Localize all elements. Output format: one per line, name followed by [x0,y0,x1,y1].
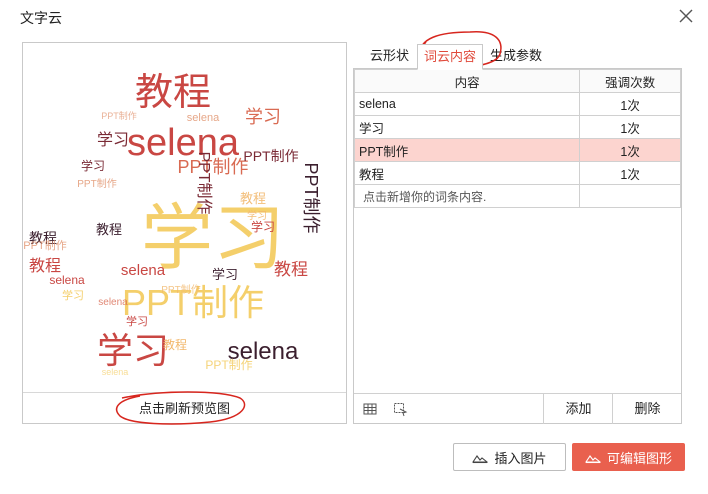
cloud-word: 教程 [274,260,308,279]
word-cell[interactable]: 学习 [353,115,581,139]
count-cell[interactable]: 1次 [579,138,681,162]
word-cell[interactable]: selena [353,92,581,116]
cloud-word: PPT制作 [177,157,248,177]
cloud-word: 教程 [240,191,266,206]
cloud-word: 教程 [135,72,211,114]
count-cell[interactable]: 1次 [579,161,681,185]
cloud-word: PPT制作 [205,358,252,372]
tab-cloud-content[interactable]: 词云内容 [417,44,484,70]
header-emphasis-count: 强调次数 [579,69,681,93]
tab-generation-params[interactable]: 生成参数 [490,44,542,68]
word-cloud-image: 教程selena学习学习PPT制作学习PPT制作学习 selena教程教程PPT制… [23,72,321,377]
cloud-word: PPT制作 [161,283,200,296]
cloud-word: selena [49,273,85,287]
cloud-word: selena [98,297,128,308]
word-cell[interactable]: 教程 [353,161,581,185]
empty-cell [579,184,681,208]
word-cloud-preview: 教程 selena 学习 学习 PPT制作 学习 PPT制作 学习 selena 教程 教程 PPT制… [22,42,347,424]
insert-image-button[interactable]: 插入图片 [453,443,566,471]
dialog-title: 文字云 [20,10,62,26]
refresh-bar: 点击刷新预览图 [23,392,346,424]
editable-shape-label: 可编辑图形 [606,450,672,466]
cloud-word: 教程 [96,222,122,237]
add-entry-row[interactable]: 点击新增你的词条内容. [353,184,681,208]
table-row[interactable]: selena 1次 [353,92,681,116]
header-content: 内容 [353,69,581,93]
cloud-word: 学习 [97,330,169,371]
spreadsheet-import-icon[interactable] [362,401,378,417]
cloud-word: 学习 [62,288,84,302]
word-cell[interactable]: PPT制作 [353,138,581,162]
close-icon[interactable] [676,6,696,26]
table-header-row: 内容 强调次数 [353,69,681,93]
add-button[interactable]: 添加 [543,394,613,424]
cloud-word: PPT制作 [195,151,213,214]
cloud-word: selena [102,367,129,377]
cloud-word: 学习 [245,107,281,127]
cloud-word: PPT制作 [101,110,137,121]
cloud-word: 学习 [126,314,148,328]
dialog-titlebar: 文字云 [0,0,708,36]
content-toolbar: 添加 删除 [354,393,681,424]
tab-cloud-shape[interactable]: 云形状 [370,44,409,68]
cloud-word: 学习 [251,219,275,234]
editable-shape-button[interactable]: 可编辑图形 [572,443,685,471]
insert-image-label: 插入图片 [494,450,547,466]
word-table: 内容 强调次数 selena 1次 学习 1次 PPT制作 1次 教程 1次 点 [353,69,681,208]
table-row-selected[interactable]: PPT制作 1次 [353,138,681,162]
delete-button[interactable]: 删除 [612,394,682,424]
picture-icon [472,455,489,464]
refresh-preview-button[interactable]: 点击刷新预览图 [23,393,346,424]
cloud-word: 学习 [97,131,129,149]
count-cell[interactable]: 1次 [579,92,681,116]
cloud-word: 教程 [163,337,187,352]
cloud-word: 学习 [81,158,105,173]
add-entry-hint[interactable]: 点击新增你的词条内容. [353,184,581,208]
clear-format-icon[interactable] [392,401,408,417]
count-cell[interactable]: 1次 [579,115,681,139]
cloud-word: PPT制作 [243,148,298,164]
shape-icon [584,455,601,464]
cloud-word: PPT制作 [77,177,116,190]
cloud-word: selena [187,112,220,124]
cloud-word: selena [121,262,166,279]
cloud-word: 学习 [212,267,238,282]
word-content-panel: 内容 强调次数 selena 1次 学习 1次 PPT制作 1次 教程 1次 点 [353,68,682,424]
cloud-word: PPT制作 [23,239,66,252]
cloud-word: PPT制作 [301,162,321,233]
table-row[interactable]: 学习 1次 [353,115,681,139]
table-row[interactable]: 教程 1次 [353,161,681,185]
